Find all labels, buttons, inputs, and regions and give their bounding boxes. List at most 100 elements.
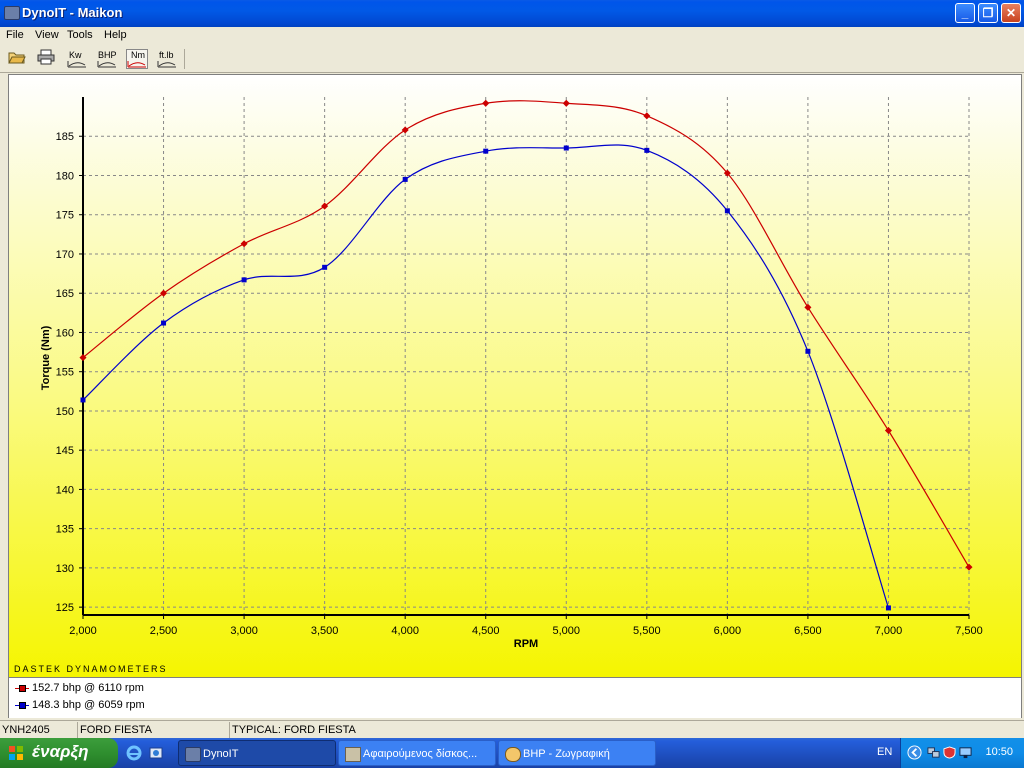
task-dynoit[interactable]: DynoIT xyxy=(178,740,336,766)
system-tray: 10:50 xyxy=(900,738,1024,768)
x-tick-label: 4,500 xyxy=(472,625,500,637)
data-point-blue xyxy=(724,208,730,214)
close-button[interactable]: ✕ xyxy=(1001,3,1021,23)
monitor-icon[interactable] xyxy=(959,746,972,759)
toolbar: Kw BHP Nm ft.lb xyxy=(0,45,1024,73)
data-point-red xyxy=(643,112,651,120)
title-bar: DynoIT - Maikon _ ❐ ✕ xyxy=(0,0,1024,27)
data-point-blue xyxy=(241,277,247,283)
data-point-blue xyxy=(161,320,167,326)
y-tick-label: 125 xyxy=(56,602,74,614)
y-tick-label: 175 xyxy=(56,210,74,222)
status-model: FORD FIESTA xyxy=(78,722,230,738)
task-paint[interactable]: BHP - Ζωγραφική xyxy=(498,740,656,766)
y-tick-label: 170 xyxy=(56,249,74,261)
bhp-chart-button[interactable]: BHP xyxy=(96,49,118,69)
drive-icon xyxy=(345,747,361,762)
windows-flag-icon xyxy=(9,746,23,760)
data-point-blue xyxy=(644,147,650,153)
y-tick-label: 140 xyxy=(56,484,74,496)
legend-item-1: 152.7 bhp @ 6110 rpm xyxy=(15,682,144,694)
legend-item-2: 148.3 bhp @ 6059 rpm xyxy=(15,699,145,711)
chart-legend: 152.7 bhp @ 6110 rpm 148.3 bhp @ 6059 rp… xyxy=(8,678,1022,718)
x-tick-label: 3,000 xyxy=(230,625,258,637)
chart-grid xyxy=(83,97,970,615)
menu-view[interactable]: View xyxy=(35,29,59,41)
data-point-blue xyxy=(563,145,569,151)
y-axis-label: Torque (Nm) xyxy=(40,325,52,390)
outlook-express-icon[interactable] xyxy=(148,745,164,761)
security-shield-icon[interactable] xyxy=(943,746,956,759)
y-tick-label: 165 xyxy=(56,288,74,300)
x-tick-label: 6,000 xyxy=(714,625,742,637)
x-tick-label: 7,500 xyxy=(955,625,983,637)
data-point-red xyxy=(562,99,570,107)
kw-chart-button[interactable]: Kw xyxy=(66,49,88,69)
x-tick-label: 2,000 xyxy=(69,625,97,637)
series-line-1 xyxy=(82,100,970,568)
menu-tools[interactable]: Tools xyxy=(67,29,93,41)
x-tick-label: 6,500 xyxy=(794,625,822,637)
x-tick-label: 2,500 xyxy=(150,625,178,637)
clock: 10:50 xyxy=(985,746,1013,758)
y-tick-label: 160 xyxy=(56,327,74,339)
y-tick-label: 155 xyxy=(56,367,74,379)
minimize-button[interactable]: _ xyxy=(955,3,975,23)
language-indicator[interactable]: EN xyxy=(877,746,892,758)
menu-file[interactable]: File xyxy=(6,29,24,41)
window-title: DynoIT - Maikon xyxy=(22,5,123,20)
chart-series xyxy=(79,99,973,611)
y-tick-label: 180 xyxy=(56,170,74,182)
toolbar-separator xyxy=(184,49,185,69)
torque-chart: 2,000 2,500 3,000 3,500 4,000 4,500 5,000 5,500… xyxy=(14,97,983,674)
data-point-blue xyxy=(402,176,408,182)
status-bar: YNH2405 FORD FIESTA TYPICAL: FORD FIESTA xyxy=(0,720,1024,739)
y-tick-label: 135 xyxy=(56,524,74,536)
print-icon[interactable] xyxy=(35,49,57,69)
data-point-red xyxy=(482,99,490,107)
menu-help[interactable]: Help xyxy=(104,29,127,41)
maximize-button[interactable]: ❐ xyxy=(978,3,998,23)
data-point-blue xyxy=(805,348,811,354)
x-axis-label: RPM xyxy=(514,638,538,650)
x-tick-label: 3,500 xyxy=(311,625,339,637)
x-tick-label: 5,000 xyxy=(553,625,581,637)
ftlb-chart-button[interactable]: ft.lb xyxy=(156,49,178,69)
y-tick-label: 130 xyxy=(56,563,74,575)
status-typical: TYPICAL: FORD FIESTA xyxy=(232,724,356,736)
data-point-red xyxy=(804,303,812,311)
y-tick-labels: 125 130 135 140 145 150 155 160 165 170 175 180 185 xyxy=(56,131,74,614)
y-tick-label: 150 xyxy=(56,406,74,418)
data-point-blue xyxy=(885,605,891,611)
network-icon[interactable] xyxy=(927,746,940,759)
status-vehicle-id: YNH2405 xyxy=(0,722,78,738)
dynoit-task-icon xyxy=(185,747,201,762)
open-folder-icon[interactable] xyxy=(6,49,28,69)
chart-area: 2,000 2,500 3,000 3,500 4,000 4,500 5,000 5,500… xyxy=(8,74,1022,678)
dastek-watermark: DASTEK DYNAMOMETERS xyxy=(14,664,168,674)
legend-swatch-red xyxy=(15,684,29,692)
data-point-red xyxy=(240,240,248,248)
tray-expand-chevron-icon[interactable] xyxy=(907,745,922,760)
nm-chart-button[interactable]: Nm xyxy=(126,49,148,69)
y-tick-label: 145 xyxy=(56,445,74,457)
data-point-blue xyxy=(322,264,328,270)
x-tick-label: 5,500 xyxy=(633,625,661,637)
paint-icon xyxy=(505,747,521,762)
x-tick-label: 7,000 xyxy=(875,625,903,637)
start-button[interactable]: έναρξη xyxy=(0,738,118,768)
x-tick-label: 4,000 xyxy=(391,625,419,637)
data-point-blue xyxy=(80,397,86,403)
data-point-red xyxy=(965,563,973,571)
data-point-red xyxy=(884,427,892,435)
taskbar: έναρξη DynoIT Αφαιρούμενος δίσκος... BHP… xyxy=(0,738,1024,768)
x-tick-labels: 2,000 2,500 3,000 3,500 4,000 4,500 5,000 5,500… xyxy=(69,625,983,637)
task-removable-disk[interactable]: Αφαιρούμενος δίσκος... xyxy=(338,740,496,766)
app-icon xyxy=(4,6,20,20)
menu-bar: File View Tools Help xyxy=(0,27,1024,45)
legend-swatch-blue xyxy=(15,701,29,709)
internet-explorer-icon[interactable] xyxy=(126,745,142,761)
y-tick-label: 185 xyxy=(56,131,74,143)
data-point-blue xyxy=(483,148,489,154)
data-point-red xyxy=(401,126,409,134)
